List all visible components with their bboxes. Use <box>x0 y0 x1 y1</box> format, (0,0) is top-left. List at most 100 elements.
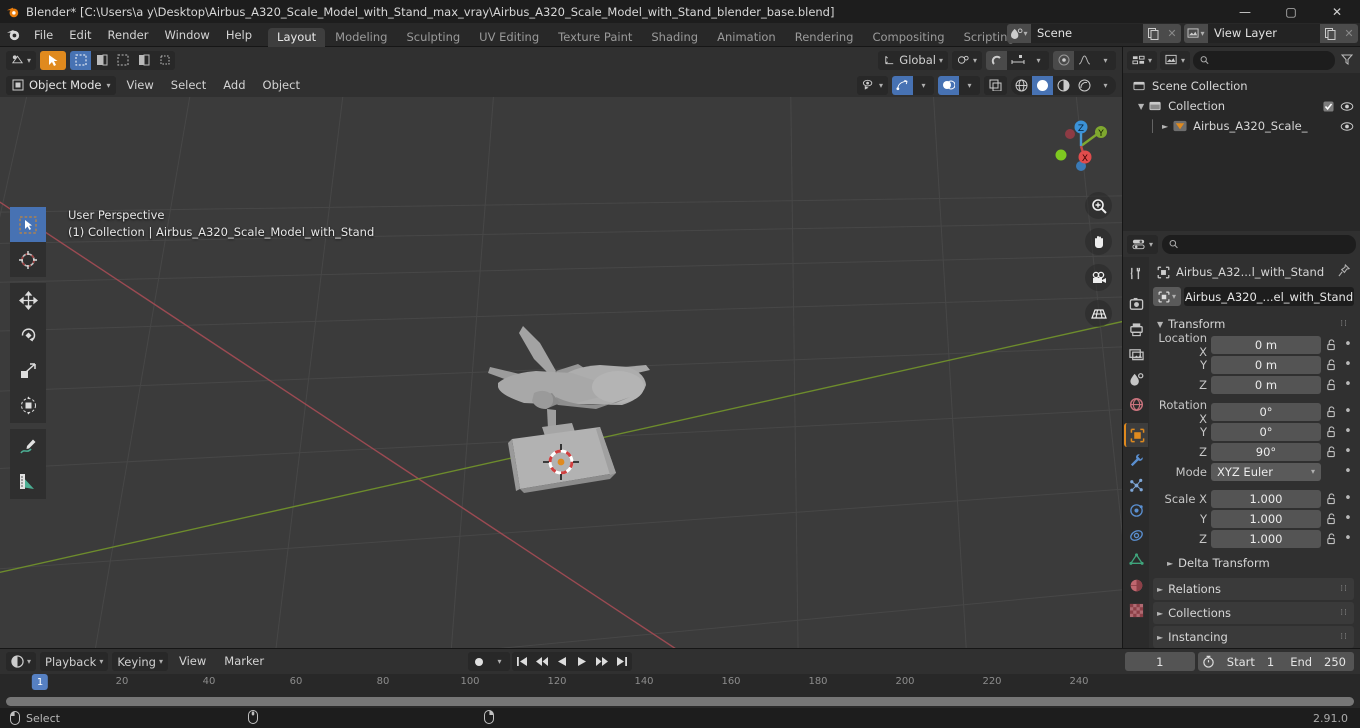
relations-panel[interactable]: ► Relations ⁞⁞ <box>1153 578 1354 600</box>
blender-menu-icon[interactable] <box>0 27 26 42</box>
visibility-selector[interactable]: ▾ <box>856 75 888 95</box>
outliner-search-field[interactable] <box>1213 53 1328 67</box>
3d-viewport[interactable]: User Perspective (1) Collection | Airbus… <box>0 97 1122 648</box>
timeline-editor-type-icon[interactable]: ▾ <box>6 652 37 671</box>
view-layer-tab[interactable] <box>1124 342 1148 366</box>
play-icon[interactable] <box>572 652 592 671</box>
material-tab[interactable] <box>1124 573 1148 597</box>
keying-dropdown[interactable]: Keying ▾ <box>112 652 168 671</box>
panel-drag-handle[interactable]: ⁞⁞ <box>1340 319 1348 329</box>
outliner-row-airbus-object[interactable]: │ ► Airbus_A320_Scale_ <box>1123 116 1360 136</box>
editor-type-selector[interactable]: ▾ <box>6 50 37 70</box>
snap-caret-icon[interactable]: ▾ <box>1028 51 1049 70</box>
world-tab[interactable] <box>1124 392 1148 416</box>
lock-icon[interactable] <box>1325 445 1338 458</box>
navigation-gizmo[interactable]: Y Z X <box>1050 115 1112 177</box>
particles-tab[interactable] <box>1124 473 1148 497</box>
pan-hand-icon[interactable] <box>1085 228 1112 255</box>
panel-drag-handle[interactable]: ⁞⁞ <box>1340 632 1348 642</box>
tool-tab[interactable] <box>1124 261 1148 285</box>
instancing-panel[interactable]: ► Instancing ⁞⁞ <box>1153 626 1354 648</box>
tab-layout[interactable]: Layout <box>268 27 326 47</box>
record-icon[interactable] <box>468 652 489 671</box>
annotate-tool[interactable] <box>10 429 46 464</box>
physics-tab[interactable] <box>1124 498 1148 522</box>
scale-tool[interactable] <box>10 353 46 388</box>
camera-icon[interactable] <box>1085 264 1112 291</box>
constraints-tab[interactable] <box>1124 523 1148 547</box>
animate-dot-icon[interactable]: • <box>1342 465 1354 478</box>
scene-icon[interactable]: ▾ <box>1007 24 1031 43</box>
tab-shading[interactable]: Shading <box>642 28 707 47</box>
jump-to-start-icon[interactable] <box>512 652 532 671</box>
lock-icon[interactable] <box>1325 358 1338 371</box>
scale-x-value[interactable]: 1.000 <box>1211 489 1321 508</box>
lock-icon[interactable] <box>1325 378 1338 391</box>
instancing-expand-icon[interactable]: ► <box>1157 633 1163 642</box>
animate-dot-icon[interactable]: • <box>1342 512 1354 525</box>
animate-dot-icon[interactable]: • <box>1342 492 1354 505</box>
rotation-z-value[interactable]: 90° <box>1211 442 1321 461</box>
timeline-menu-view[interactable]: View <box>172 652 213 671</box>
pin-id-icon[interactable] <box>1338 263 1351 280</box>
minimize-button[interactable]: — <box>1222 0 1268 23</box>
xray-toggle-button[interactable] <box>984 75 1007 95</box>
outliner-display-mode-icon[interactable]: ▾ <box>1160 50 1191 70</box>
lock-icon[interactable] <box>1325 512 1338 525</box>
tab-uv-editing[interactable]: UV Editing <box>470 28 548 47</box>
object-expand-icon[interactable]: ► <box>1162 122 1168 131</box>
menu-help[interactable]: Help <box>218 23 260 47</box>
tab-texture-paint[interactable]: Texture Paint <box>549 28 641 47</box>
jump-to-end-icon[interactable] <box>612 652 632 671</box>
texture-tab[interactable] <box>1124 598 1148 622</box>
checkbox-icon[interactable] <box>1323 100 1334 112</box>
lock-icon[interactable] <box>1325 405 1338 418</box>
timeline-ruler[interactable]: 20 40 60 80 100 120 140 160 180 200 220 … <box>0 674 1360 708</box>
transform-panel-header[interactable]: ▼ Transform ⁞⁞ <box>1153 313 1354 335</box>
active-tool-button[interactable] <box>40 50 67 70</box>
outliner-search-input[interactable] <box>1193 50 1335 70</box>
animate-dot-icon[interactable]: • <box>1342 425 1354 438</box>
panel-drag-handle[interactable]: ⁞⁞ <box>1340 608 1348 618</box>
auto-keying-caret-icon[interactable]: ▾ <box>489 652 510 671</box>
view-layer-icon[interactable]: ▾ <box>1184 24 1208 43</box>
grid-ortho-icon[interactable] <box>1085 300 1112 327</box>
tab-compositing[interactable]: Compositing <box>863 28 953 47</box>
timeline-scrollbar[interactable] <box>6 697 1354 706</box>
outliner-editor-type-icon[interactable]: ▾ <box>1127 50 1158 70</box>
eye-icon[interactable] <box>1340 101 1354 112</box>
modifier-tab[interactable] <box>1124 448 1148 472</box>
tab-rendering[interactable]: Rendering <box>786 28 863 47</box>
collection-expand-icon[interactable]: ▼ <box>1138 102 1144 111</box>
play-reverse-icon[interactable] <box>552 652 572 671</box>
collections-panel[interactable]: ► Collections ⁞⁞ <box>1153 602 1354 624</box>
scale-y-value[interactable]: 1.000 <box>1211 509 1321 528</box>
close-button[interactable]: ✕ <box>1314 0 1360 23</box>
outliner-filter-icon[interactable] <box>1338 53 1356 68</box>
delta-transform-panel[interactable]: ► Delta Transform <box>1153 552 1354 574</box>
scene-tab[interactable] <box>1124 367 1148 391</box>
scene-selector[interactable]: ▾ Scene ✕ <box>1007 24 1181 43</box>
solid-shading-icon[interactable] <box>1032 75 1053 95</box>
transform-orientation-selector[interactable]: Global ▾ <box>878 50 948 70</box>
playback-dropdown[interactable]: Playback ▾ <box>40 652 109 671</box>
object-name-field[interactable]: Airbus_A320_...el_with_Stand <box>1184 287 1354 306</box>
properties-search-input[interactable] <box>1162 234 1356 254</box>
transform-tool[interactable] <box>10 388 46 423</box>
remove-scene-button[interactable]: ✕ <box>1163 24 1181 43</box>
location-x-value[interactable]: 0 m <box>1211 335 1321 354</box>
view-layer-name[interactable]: View Layer <box>1208 24 1320 43</box>
start-frame-field[interactable]: Start 1 <box>1219 652 1282 671</box>
properties-search-field[interactable] <box>1183 237 1349 251</box>
viewport-menu-object[interactable]: Object <box>256 76 307 95</box>
snap-magnet-icon[interactable] <box>986 50 1007 70</box>
current-frame-field[interactable]: 1 <box>1124 652 1195 671</box>
tab-sculpting[interactable]: Sculpting <box>397 28 469 47</box>
output-tab[interactable] <box>1124 317 1148 341</box>
collections-expand-icon[interactable]: ► <box>1157 609 1163 618</box>
proportional-edit-icon[interactable] <box>1053 50 1074 70</box>
transform-expand-icon[interactable]: ▼ <box>1157 320 1163 329</box>
select-intersect-icon[interactable] <box>154 51 175 70</box>
eye-icon[interactable] <box>1340 121 1354 132</box>
properties-editor-type-icon[interactable]: ▾ <box>1127 234 1159 254</box>
